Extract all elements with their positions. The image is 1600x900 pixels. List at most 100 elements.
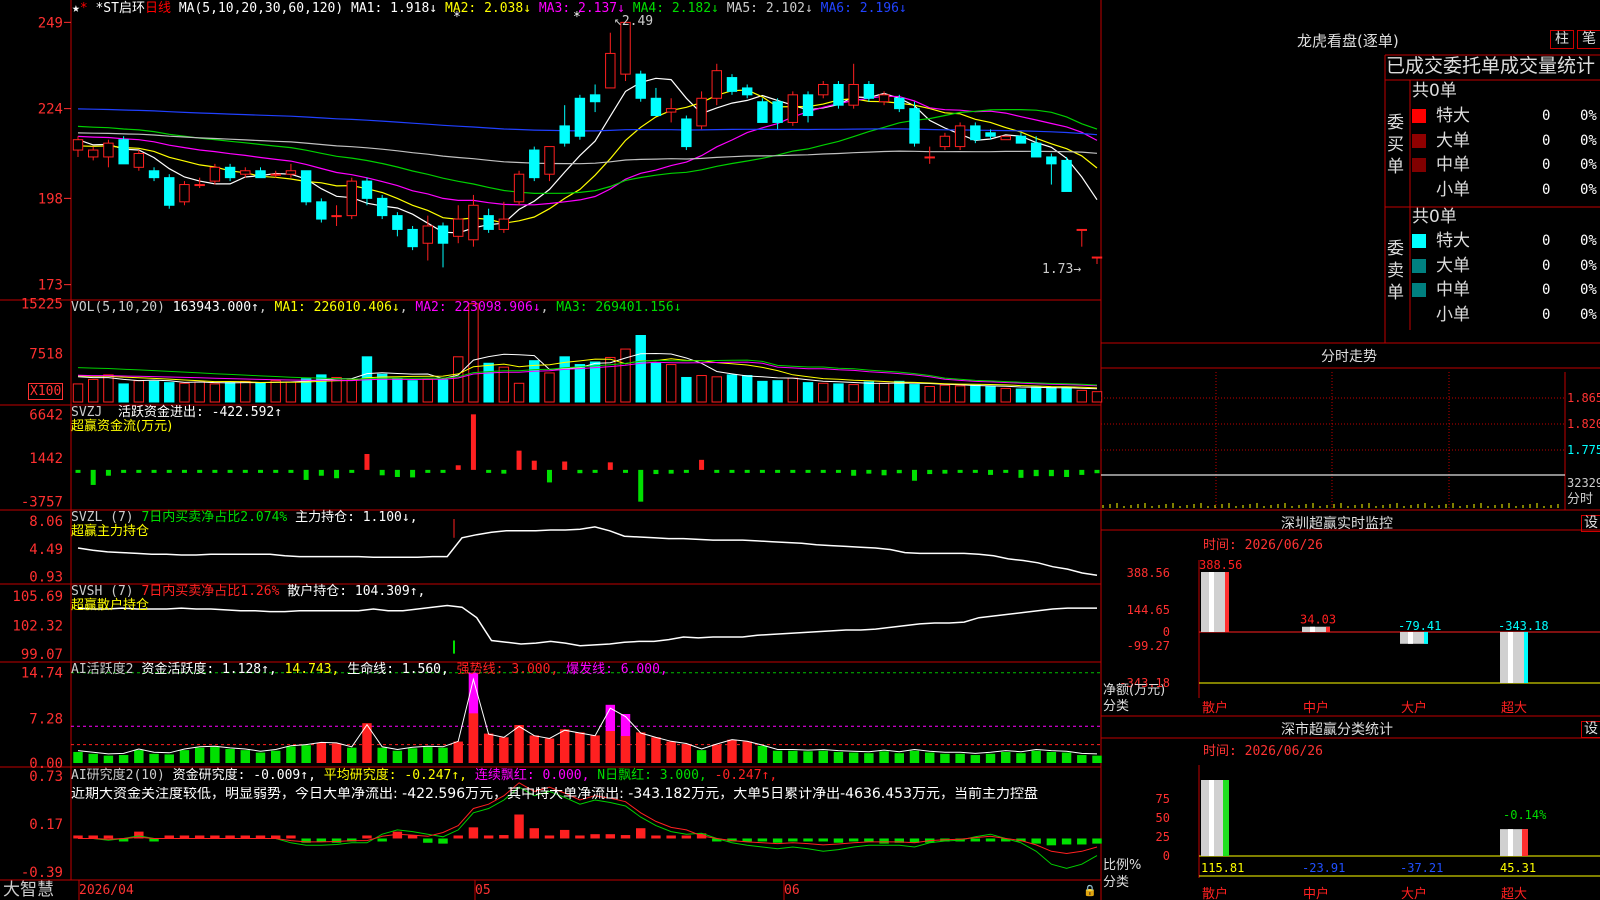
szc-val-3: 45.31: [1500, 861, 1536, 875]
lock-icon[interactable]: 🔒: [1083, 883, 1097, 898]
szm-val-3: -343.18: [1498, 619, 1549, 633]
candle-body-17: [331, 215, 342, 218]
ai2-bar-67: [1092, 838, 1102, 844]
candle-body-49: [818, 83, 829, 96]
brand-label: 大智慧: [3, 880, 54, 900]
chart-canvas[interactable]: 249 224 198 173 15225 7518 6642 1442 -3757 8.06 4.…: [0, 0, 1600, 900]
svzj-bar-6: [166, 469, 172, 473]
candle-body-5: [148, 170, 160, 179]
vol-bar-64: [1046, 386, 1057, 403]
svzj-bar-34: [592, 469, 598, 473]
ai2-bar-53: [879, 838, 889, 844]
sell-val: 0: [1542, 282, 1551, 298]
vol-bar-23: [422, 378, 434, 403]
svzj-bar-14: [288, 469, 294, 473]
szc-val-0: 115.81: [1201, 861, 1244, 875]
fenshi-vol-label: 分时: [1567, 492, 1594, 507]
ai1-bar-9: [210, 747, 220, 763]
ai1-bar-18: [347, 747, 357, 763]
szc-bar-shine: [1508, 829, 1513, 856]
svzj-bar-58: [957, 469, 963, 473]
svsh-header: SVSH (7) 7日内买卖净占比1.26% 散户持仓: 104.309↑,: [71, 584, 426, 599]
candle-body-26: [468, 204, 479, 241]
svsh-line: [77, 604, 1097, 647]
vol-bar-53: [878, 382, 890, 403]
svzj-ytick-1: 1442: [29, 451, 63, 467]
szm-bar-0: [1201, 572, 1229, 632]
ai2-bar-59: [970, 838, 981, 842]
period-label[interactable]: 日线: [145, 1, 171, 16]
ai2-bar-39: [666, 835, 676, 839]
svzj-bar-54: [896, 469, 902, 474]
ai2-bar-33: [575, 835, 585, 839]
lhb-tabs[interactable]: 已成交委托单成交量统计: [1386, 55, 1600, 77]
svzj-bar-29: [516, 450, 522, 470]
vol-bar-8: [194, 381, 205, 403]
ai1-bar-21: [392, 750, 403, 763]
szm-bar-body: [1201, 572, 1229, 632]
svzj-bar-46: [775, 469, 781, 473]
svzl-header: SVZL (7) 7日内买卖净占比2.074% 主力持仓: 1.100↓,: [71, 510, 418, 525]
ai2-header: AI研究度2(10) 资金研究度: -0.009↑, 平均研究度: -0.247…: [71, 768, 778, 783]
vol-bar-4: [133, 380, 145, 403]
kline-ytick-3: 173: [38, 278, 63, 294]
sell-swatch: [1412, 258, 1426, 273]
kline-ytick-1: 224: [38, 102, 63, 118]
sell-name: 中单: [1436, 280, 1470, 300]
ma5-label: MA5: 2.102↓: [726, 1, 813, 16]
buy-val: 0: [1542, 157, 1551, 173]
svzj-bar-28: [501, 469, 507, 474]
vol-bar-2: [103, 374, 114, 403]
ai2-bar-64: [1046, 838, 1057, 846]
buy-row-1: 大单 0 0%: [1412, 130, 1600, 152]
vol-bar-59: [970, 384, 981, 403]
bar-mode-button[interactable]: 柱: [1550, 30, 1574, 49]
szm-xlabel: 分类: [1103, 699, 1130, 714]
star-icon[interactable]: ★: [72, 1, 80, 16]
plus-icon[interactable]: *: [80, 1, 88, 16]
szm-cat-1: 中户: [1303, 700, 1329, 716]
vol-unit[interactable]: X100: [28, 383, 64, 400]
candle-body-12: [255, 170, 266, 179]
ai2-bar-25: [453, 835, 463, 839]
candle-body-35: [605, 52, 616, 89]
ai1-bar-46: [772, 750, 783, 763]
szc-settings-button[interactable]: 设: [1581, 721, 1600, 738]
szm-ytick-2: 0: [1163, 625, 1170, 639]
szm-title: 深圳超赢实时监控: [1281, 516, 1393, 532]
svzj-header: SVZJ 活跃资金进出: -422.592↑: [71, 405, 283, 420]
svzj-bar-32: [562, 461, 568, 470]
candle-body-33: [574, 97, 586, 137]
vol-bar-21: [392, 378, 403, 403]
szm-cat-3: 超大: [1501, 701, 1527, 716]
svzj-bar-2: [105, 469, 111, 476]
candle-body-39: [665, 108, 677, 113]
svzj-sub: 超赢资金流(万元): [71, 419, 173, 434]
szm-val-2: -79.41: [1398, 619, 1441, 633]
vol-bar-12: [255, 382, 266, 403]
vol-bar-43: [726, 374, 738, 403]
date-label-2: 05: [475, 883, 491, 898]
date-label-1: 2026/04: [79, 883, 134, 898]
ai1-bar-32: [559, 729, 570, 763]
candle-body-7: [179, 184, 190, 203]
ai2-bar-14: [286, 835, 296, 839]
svzj-bar-59: [972, 469, 978, 473]
szc-cat-0: 散户: [1202, 886, 1228, 900]
ai1-bar-42: [712, 744, 722, 763]
szm-settings-button[interactable]: 设: [1581, 515, 1600, 532]
ai1-bar-55: [909, 750, 920, 763]
ai2-bar-16: [316, 838, 327, 842]
vol-bar-0: [72, 383, 84, 403]
vol-bar-39: [665, 364, 677, 403]
date-label-3: 06: [784, 883, 800, 898]
svzj-bar-38: [653, 469, 659, 475]
candle-body-59: [970, 125, 981, 141]
tick-mode-button[interactable]: 笔: [1577, 30, 1600, 49]
ai2-bar-47: [788, 838, 798, 842]
candle-body-19: [361, 180, 373, 199]
ai2-bar-32: [559, 829, 570, 839]
candle-body-34: [589, 94, 601, 103]
vol-bar-66: [1076, 389, 1088, 403]
svzj-ytick-2: -3757: [21, 494, 63, 510]
